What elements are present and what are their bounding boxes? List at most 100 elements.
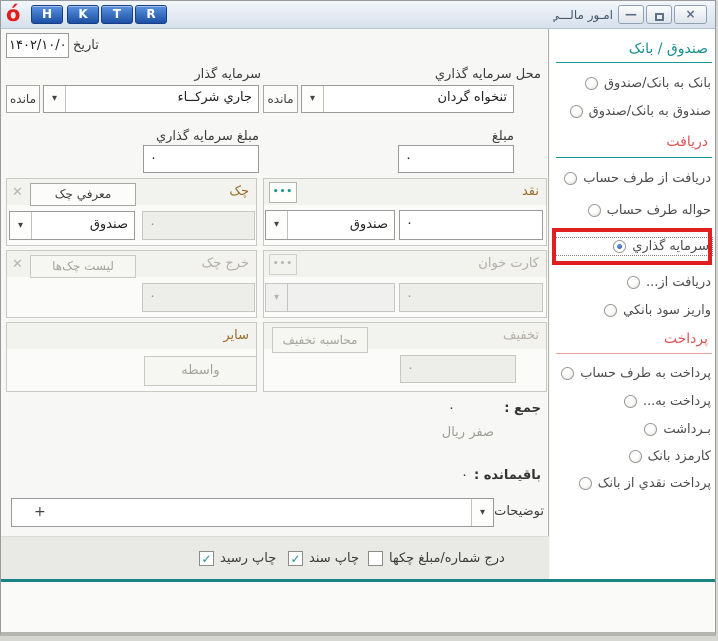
investment-place-label: محل سرمایه گذاري: [361, 67, 541, 82]
sidebar-item-fund-to-bank[interactable]: صندوق به بانک/صندوق: [556, 102, 711, 121]
radio-icon[interactable]: [627, 276, 640, 289]
close-button[interactable]: ×: [674, 5, 707, 24]
date-input[interactable]: ۱۴۰۲/۱۰/۰۶: [6, 33, 69, 58]
sidebar-item-account-draft[interactable]: حواله طرف حساب: [556, 201, 711, 220]
card-reader-group: کارت خوان ••• ۰ ▾: [263, 250, 547, 318]
maximize-button[interactable]: [646, 5, 672, 24]
chevron-down-icon[interactable]: ▾: [10, 212, 32, 239]
print-option-0[interactable]: ✓ چاپ رسید: [199, 551, 276, 566]
investment-amount-label: مبلغ سرمایه گذاري: [111, 129, 259, 144]
print-option-box-1[interactable]: ✓: [288, 551, 303, 566]
notes-select[interactable]: ▾ +: [11, 498, 494, 527]
sidebar-item-receive-from-account[interactable]: دریافت از طرف حساب: [556, 169, 711, 188]
cheque-spend-clear-icon: ✕: [12, 257, 23, 272]
sidebar-item-investment[interactable]: سرمایه گذاري: [555, 237, 713, 256]
total-row: جمع : ۰: [448, 401, 541, 416]
section-divider: [556, 157, 712, 158]
cheque-spend-group: خرج چک ✕ لیست چک‌ها ۰: [6, 250, 257, 318]
discount-group: تخفیف محاسبه تخفیف ۰: [263, 322, 547, 392]
title-bar: ó H K T R امـور مالـــي — ×: [1, 1, 716, 29]
radio-icon[interactable]: [564, 172, 577, 185]
radio-icon[interactable]: [585, 77, 598, 90]
chevron-down-icon[interactable]: ▾: [44, 86, 66, 112]
minimize-button[interactable]: —: [618, 5, 644, 24]
radio-selected-icon[interactable]: [613, 240, 626, 253]
sidebar-item-label: بـرداشت: [663, 422, 711, 437]
radio-icon[interactable]: [579, 477, 592, 490]
remaining-row: باقیمانده : ۰: [441, 468, 541, 483]
sidebar-item-label: دریافت از طرف حساب: [583, 171, 711, 186]
notes-label: توضیحات: [498, 504, 544, 519]
radio-icon[interactable]: [561, 367, 574, 380]
card-reader-group-title: کارت خوان: [478, 256, 539, 271]
radio-icon[interactable]: [588, 204, 601, 217]
sidebar-item-bank-fee[interactable]: کارمزد بانک: [556, 447, 711, 466]
print-option-1[interactable]: ✓ چاپ سند: [288, 551, 359, 566]
sidebar-item-bank-interest[interactable]: واریز سود بانکي: [556, 301, 711, 320]
print-option-box-2[interactable]: [368, 551, 383, 566]
investment-amount-input[interactable]: ۰: [143, 145, 259, 173]
calc-discount-button: محاسبه تخفیف: [272, 327, 368, 353]
sidebar-item-cash-pay-from-bank[interactable]: پرداخت نقدي از بانک: [556, 474, 711, 493]
investment-place-select[interactable]: ▾ تنخواه گردان: [301, 85, 514, 113]
toolbar-button-r[interactable]: R: [135, 5, 167, 24]
print-options-bar: ✓ چاپ رسید ✓ چاپ سند درج شماره/مبلغ چکها: [1, 536, 549, 579]
window-title: امـور مالـــي: [553, 8, 613, 22]
cheque-clear-icon[interactable]: ✕: [12, 185, 23, 200]
print-option-box-0[interactable]: ✓: [199, 551, 214, 566]
sidebar-item-label: دریافت از...: [646, 275, 711, 290]
amount-label: مبلغ: [411, 129, 514, 144]
print-option-2[interactable]: درج شماره/مبلغ چکها: [368, 551, 505, 566]
cash-more-button[interactable]: •••: [269, 182, 297, 203]
sidebar-item-label: پرداخت به طرف حساب: [580, 366, 711, 381]
sidebar-item-pay-to[interactable]: پرداخت به...: [556, 392, 711, 411]
radio-icon[interactable]: [624, 395, 637, 408]
card-reader-more-button: •••: [269, 254, 297, 275]
sidebar-item-label: صندوق به بانک/صندوق: [589, 104, 711, 119]
sidebar-item-label: واریز سود بانکي: [623, 303, 711, 318]
print-option-label: چاپ سند: [309, 551, 359, 566]
radio-icon[interactable]: [644, 423, 657, 436]
sidebar-item-label: کارمزد بانک: [648, 449, 711, 464]
remaining-label: باقیمانده :: [474, 468, 541, 483]
toolbar-button-h[interactable]: H: [31, 5, 63, 24]
discount-group-title: تخفیف: [503, 328, 539, 343]
cash-amount-input[interactable]: ۰: [399, 210, 543, 240]
investor-select[interactable]: ▾ جاري شرکــاء: [43, 85, 259, 113]
card-reader-amount-input: ۰: [399, 283, 543, 312]
financial-affairs-window: ó H K T R امـور مالـــي — × ۱۴۰۲/۱۰/۰۶ ت…: [0, 0, 716, 636]
minimize-icon: —: [619, 6, 643, 22]
investor-balance-button[interactable]: مانده: [6, 85, 40, 113]
chevron-down-icon[interactable]: ▾: [302, 86, 324, 112]
cheque-account-select[interactable]: ▾ صندوق: [9, 211, 135, 240]
section-divider: [556, 62, 712, 63]
amount-input[interactable]: ۰: [398, 145, 514, 173]
radio-icon[interactable]: [629, 450, 642, 463]
cheque-spend-group-title: خرج چک: [202, 256, 249, 271]
print-option-label: چاپ رسید: [220, 551, 276, 566]
date-label: تاریخ: [73, 38, 99, 53]
chevron-down-icon[interactable]: ▾: [266, 211, 288, 239]
sidebar-item-bank-to-bank[interactable]: بانک به بانک/صندوق: [556, 74, 711, 93]
cheque-account-value: صندوق: [90, 217, 128, 232]
introduce-cheque-button[interactable]: معرفي چک: [30, 183, 136, 206]
sidebar-item-label: حواله طرف حساب: [607, 203, 711, 218]
cash-group: نقد ••• ۰ ▾ صندوق: [263, 178, 547, 246]
form-area: ۱۴۰۲/۱۰/۰۶ تاریخ محل سرمایه گذاري سرمایه…: [1, 29, 549, 579]
sidebar-item-pay-to-account[interactable]: پرداخت به طرف حساب: [556, 364, 711, 383]
cheque-group-title: چک: [229, 184, 249, 199]
radio-icon[interactable]: [604, 304, 617, 317]
section-title-fund-bank: صندوق / بانک: [629, 41, 708, 57]
sidebar-item-receive-from[interactable]: دریافت از...: [556, 273, 711, 292]
investment-place-value: تنخواه گردان: [437, 90, 507, 105]
sidebar-item-withdraw[interactable]: بـرداشت: [556, 420, 711, 439]
cash-account-select[interactable]: ▾ صندوق: [265, 210, 395, 240]
toolbar-button-k[interactable]: K: [67, 5, 99, 24]
cheque-list-button[interactable]: لیست چک‌ها: [30, 255, 136, 278]
investment-place-balance-button[interactable]: مانده: [263, 85, 298, 113]
amount-in-words: صفر ریال: [414, 425, 494, 440]
toolbar-button-t[interactable]: T: [101, 5, 133, 24]
app-logo-icon: ó: [6, 1, 20, 27]
chevron-down-icon[interactable]: ▾: [471, 499, 493, 526]
radio-icon[interactable]: [570, 105, 583, 118]
